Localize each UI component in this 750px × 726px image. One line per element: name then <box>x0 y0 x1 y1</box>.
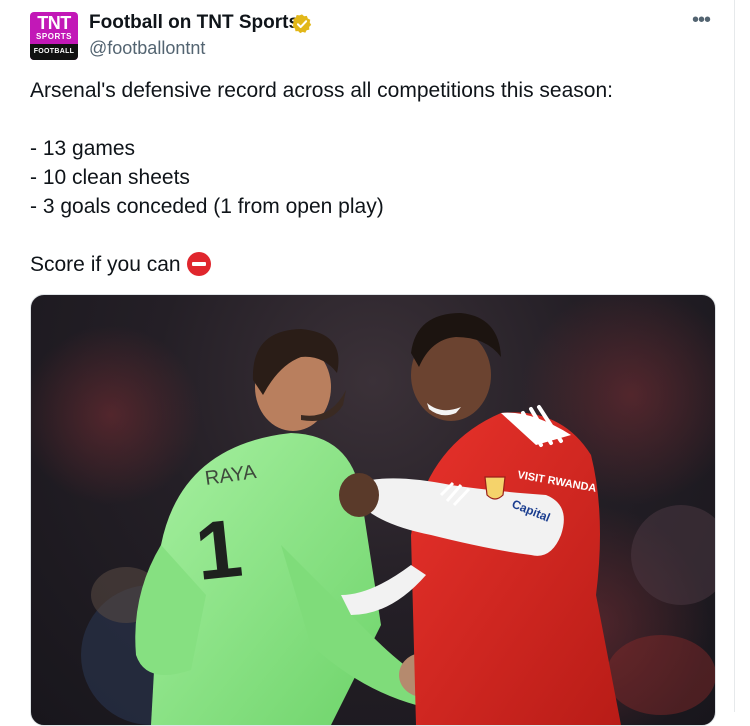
tweet-stat-goals-conceded: - 3 goals conceded (1 from open play) <box>30 195 384 218</box>
tweet-stat-clean-sheets: - 10 clean sheets <box>30 166 190 189</box>
more-options-icon[interactable]: ••• <box>692 10 716 30</box>
keeper-shirt-number: 1 <box>191 503 246 598</box>
avatar-logo-tnt: TNT <box>37 13 71 33</box>
avatar-logo-football: FOOTBALL <box>30 44 78 60</box>
tweet-card[interactable]: TNT SPORTS FOOTBALL Football on TNT Spor… <box>0 0 735 726</box>
tweet-closing-text: Score if you can <box>30 253 181 276</box>
author-handle[interactable]: @footballontnt <box>89 37 205 59</box>
tweet-closing-line: Score if you can <box>30 252 211 278</box>
no-entry-icon <box>186 252 211 276</box>
verified-badge-icon <box>292 14 312 34</box>
tweet-photo[interactable]: RAYA 1 VISIT RWANDA Capital <box>30 294 716 726</box>
photo-scene: RAYA 1 VISIT RWANDA Capital <box>31 295 715 725</box>
author-display-name[interactable]: Football on TNT Sports <box>89 12 299 34</box>
tweet-stat-games: - 13 games <box>30 137 136 160</box>
avatar-logo-sports: SPORTS <box>36 32 72 41</box>
avatar[interactable]: TNT SPORTS FOOTBALL <box>30 12 78 60</box>
tweet-intro: Arsenal's defensive record across all co… <box>30 79 613 102</box>
